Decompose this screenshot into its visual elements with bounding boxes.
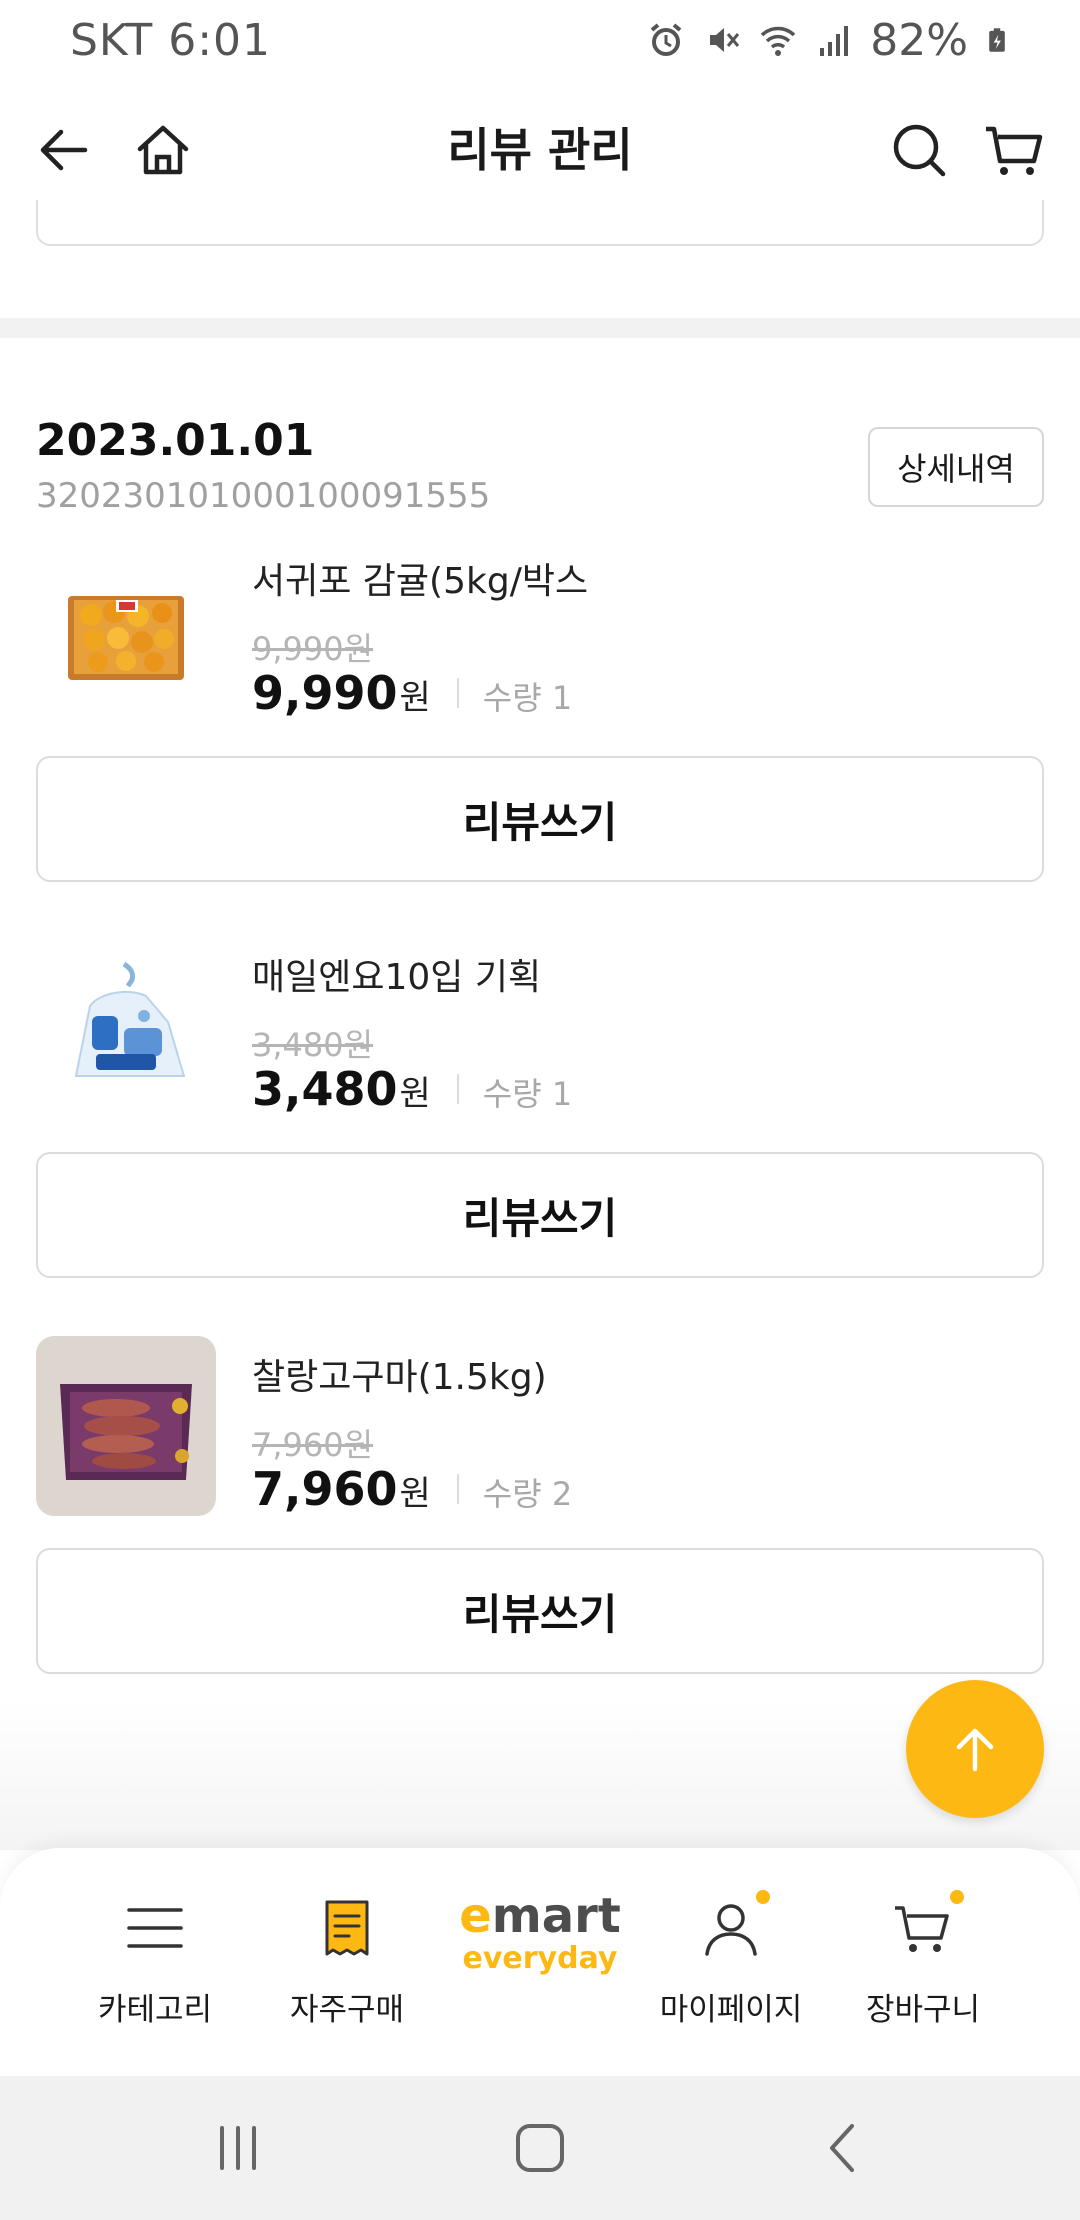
product-price: 3,480 [252,1062,398,1116]
nav-frequent-label: 자주구매 [289,1992,405,2028]
home-square-icon [516,2124,564,2172]
product-image-tangerine[interactable] [36,540,216,720]
search-button[interactable] [884,115,954,185]
write-review-button[interactable]: 리뷰쓰기 [36,1548,1044,1674]
emart-logo-image: emart everyday [459,1888,621,1976]
recent-apps-icon [220,2126,256,2170]
write-review-button[interactable]: 리뷰쓰기 [36,756,1044,882]
product-original-price: 3,480원 [252,1026,374,1064]
battery-percent: 82% [870,14,968,66]
product-name[interactable]: 찰랑고구마(1.5kg) [252,1348,547,1400]
product-image-yogurt[interactable] [36,936,216,1116]
product-name[interactable]: 서귀포 감귤(5kg/박스 [252,552,588,604]
price-row: 9,990 원 수량 1 [252,666,572,720]
back-system-button[interactable] [804,2112,884,2184]
back-button[interactable] [28,115,98,185]
status-icons: 82% [646,15,1010,66]
order-date: 2023.01.01 [36,415,315,466]
nav-mypage[interactable]: 마이페이지 [636,1848,826,2076]
price-unit: 원 [399,1074,431,1114]
system-nav-bar [0,2076,1080,2220]
home-button[interactable] [128,115,198,185]
notification-dot [950,1890,964,1904]
product-image-sweet-potato[interactable] [36,1336,216,1516]
wifi-icon [760,26,796,56]
cart-icon [895,1906,949,1952]
svg-text:emart: emart [459,1888,621,1944]
product-quantity: 수량 1 [482,679,573,717]
product-quantity: 수량 1 [482,1075,573,1113]
cart-button[interactable] [978,115,1048,185]
nav-frequent[interactable]: 자주구매 [252,1848,442,2076]
price-separator [456,678,459,708]
emart-everyday-logo[interactable]: emart everyday [450,1876,630,1986]
signal-icon [820,26,849,56]
battery-icon [989,28,1005,52]
sweet-potato-box-image [36,1336,216,1516]
home-icon [137,125,189,175]
search-icon [893,124,946,177]
price-row: 3,480 원 수량 1 [252,1062,572,1116]
home-system-button[interactable] [500,2112,580,2184]
chevron-left-icon [830,2124,854,2172]
price-separator [456,1474,459,1504]
nav-category[interactable]: 카테고리 [60,1848,250,2076]
app-header: 리뷰 관리 [0,80,1080,220]
svg-text:everyday: everyday [463,1941,618,1976]
price-unit: 원 [399,678,431,718]
write-review-button[interactable]: 리뷰쓰기 [36,1152,1044,1278]
price-row: 7,960 원 수량 2 [252,1462,572,1516]
tangerine-box-image [36,540,216,720]
price-unit: 원 [399,1474,431,1514]
person-icon [705,1904,757,1956]
scroll-top-button[interactable] [906,1680,1044,1818]
arrow-up-icon [956,1728,994,1772]
order-detail-button[interactable]: 상세내역 [868,427,1044,507]
back-arrow-icon [40,129,88,171]
status-bar: SKT 6:01 82% [0,0,1080,80]
section-divider [0,318,1080,338]
notification-dot [756,1890,770,1904]
bottom-nav: 카테고리 자주구매 emart everyday 마이페이지 장바구니 [0,1848,1080,2076]
menu-icon [127,1908,183,1948]
status-carrier-time: SKT 6:01 [70,14,272,66]
cart-icon [986,126,1043,175]
price-separator [456,1074,459,1104]
product-original-price: 7,960원 [252,1426,374,1464]
product-original-price: 9,990원 [252,630,374,668]
product-name[interactable]: 매일엔요10입 기획 [252,948,541,1000]
receipt-icon [325,1900,369,1956]
nav-cart-label: 장바구니 [865,1992,981,2028]
recent-apps-button[interactable] [198,2112,278,2184]
nav-mypage-label: 마이페이지 [659,1992,803,2028]
previous-card-edge [36,200,1044,246]
nav-cart[interactable]: 장바구니 [828,1848,1018,2076]
yogurt-bag-image [36,936,216,1116]
mute-icon [710,28,740,52]
order-number: 320230101000100091555 [36,476,491,516]
nav-category-label: 카테고리 [97,1992,213,2028]
product-price: 9,990 [252,666,398,720]
product-quantity: 수량 2 [482,1475,573,1513]
product-price: 7,960 [252,1462,398,1516]
alarm-icon [650,23,682,56]
